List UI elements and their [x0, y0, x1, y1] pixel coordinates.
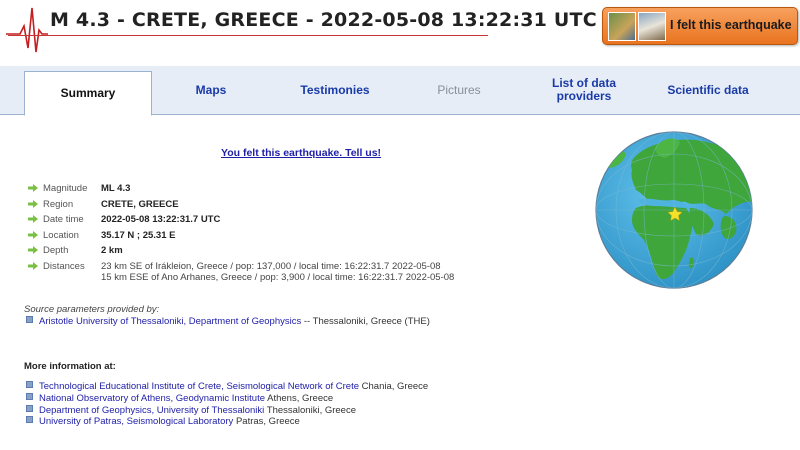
tab-scientific-data[interactable]: Scientific data — [655, 66, 761, 114]
param-label: Magnitude — [43, 183, 88, 194]
seismogram-logo — [6, 7, 48, 53]
green-arrow-icon — [28, 184, 38, 192]
param-label: Date time — [43, 214, 84, 225]
more-info-list: Technological Educational Institute of C… — [26, 381, 428, 428]
more-info-place: Chania, Greece — [359, 381, 429, 392]
list-item: Technological Educational Institute of C… — [26, 381, 428, 393]
distance-line: 23 km SE of Irákleion, Greece / pop: 137… — [101, 260, 441, 272]
tab-list-of-data-providers[interactable]: List of data providers — [534, 66, 634, 114]
param-label: Region — [43, 198, 74, 210]
source-item: Aristotle University of Thessaloniki, De… — [26, 316, 430, 327]
green-arrow-icon — [28, 246, 38, 254]
more-info-title: More information at: — [24, 361, 116, 372]
distance-line: 15 km ESE of Ano Arhanes, Greece / pop: … — [101, 271, 455, 283]
list-item: National Observatory of Athens, Geodynam… — [26, 392, 428, 405]
felt-photo-thumbnail — [608, 12, 636, 41]
more-info-link[interactable]: Technological Educational Institute of C… — [39, 381, 359, 392]
green-arrow-icon — [28, 199, 38, 208]
felt-earthquake-link[interactable]: You felt this earthquake. Tell us! — [221, 147, 381, 159]
bullet-icon — [26, 316, 33, 323]
more-info-place: Patras, Greece — [233, 416, 300, 428]
more-info-place: Athens, Greece — [265, 392, 334, 404]
param-value: 2022-05-08 13:22:31.7 UTC — [101, 214, 221, 225]
green-arrow-icon — [28, 230, 38, 239]
bullet-icon — [26, 392, 33, 400]
more-info-link[interactable]: Department of Geophysics, University of … — [39, 405, 264, 416]
tab-summary[interactable]: Summary — [24, 71, 152, 116]
more-info-link[interactable]: National Observatory of Athens, Geodynam… — [39, 393, 265, 404]
bullet-icon — [26, 381, 33, 388]
source-label: Source parameters provided by: — [24, 304, 160, 315]
bullet-icon — [26, 416, 33, 424]
tab-testimonies[interactable]: Testimonies — [285, 66, 385, 114]
source-link[interactable]: Aristotle University of Thessaloniki, De… — [39, 316, 301, 327]
distances-values: 23 km SE of Irákleion, Greece / pop: 137… — [101, 261, 454, 283]
tab-bar: Summary Maps Testimonies Pictures List o… — [0, 66, 800, 116]
param-label: Depth — [43, 245, 69, 256]
more-info-place: Thessaloniki, Greece — [264, 404, 356, 416]
page-title: M 4.3 - CRETE, GREECE - 2022-05-08 13:22… — [50, 9, 597, 31]
param-label: Distances — [43, 260, 85, 272]
bullet-icon — [26, 404, 33, 412]
param-value: 2 km — [101, 245, 123, 256]
felt-button-label: I felt this earthquake — [670, 18, 792, 32]
source-suffix: -- Thessaloniki, Greece (THE) — [301, 316, 430, 327]
felt-photo-thumbnail — [638, 12, 666, 41]
green-arrow-icon — [28, 215, 38, 223]
green-arrow-icon — [28, 261, 38, 270]
param-value: ML 4.3 — [101, 183, 131, 194]
more-info-link[interactable]: University of Patras, Seismological Labo… — [39, 416, 233, 427]
list-item: University of Patras, Seismological Labo… — [26, 416, 428, 428]
param-value: CRETE, GREECE — [101, 198, 179, 210]
title-underline — [8, 35, 488, 36]
tab-pictures[interactable]: Pictures — [418, 66, 500, 114]
page-header: M 4.3 - CRETE, GREECE - 2022-05-08 13:22… — [0, 0, 800, 58]
tab-maps[interactable]: Maps — [170, 66, 252, 114]
param-label: Location — [43, 229, 79, 241]
param-value: 35.17 N ; 25.31 E — [101, 229, 176, 241]
world-globe[interactable] — [594, 130, 754, 290]
i-felt-this-earthquake-button[interactable]: I felt this earthquake — [602, 7, 798, 45]
list-item: Department of Geophysics, University of … — [26, 404, 428, 417]
